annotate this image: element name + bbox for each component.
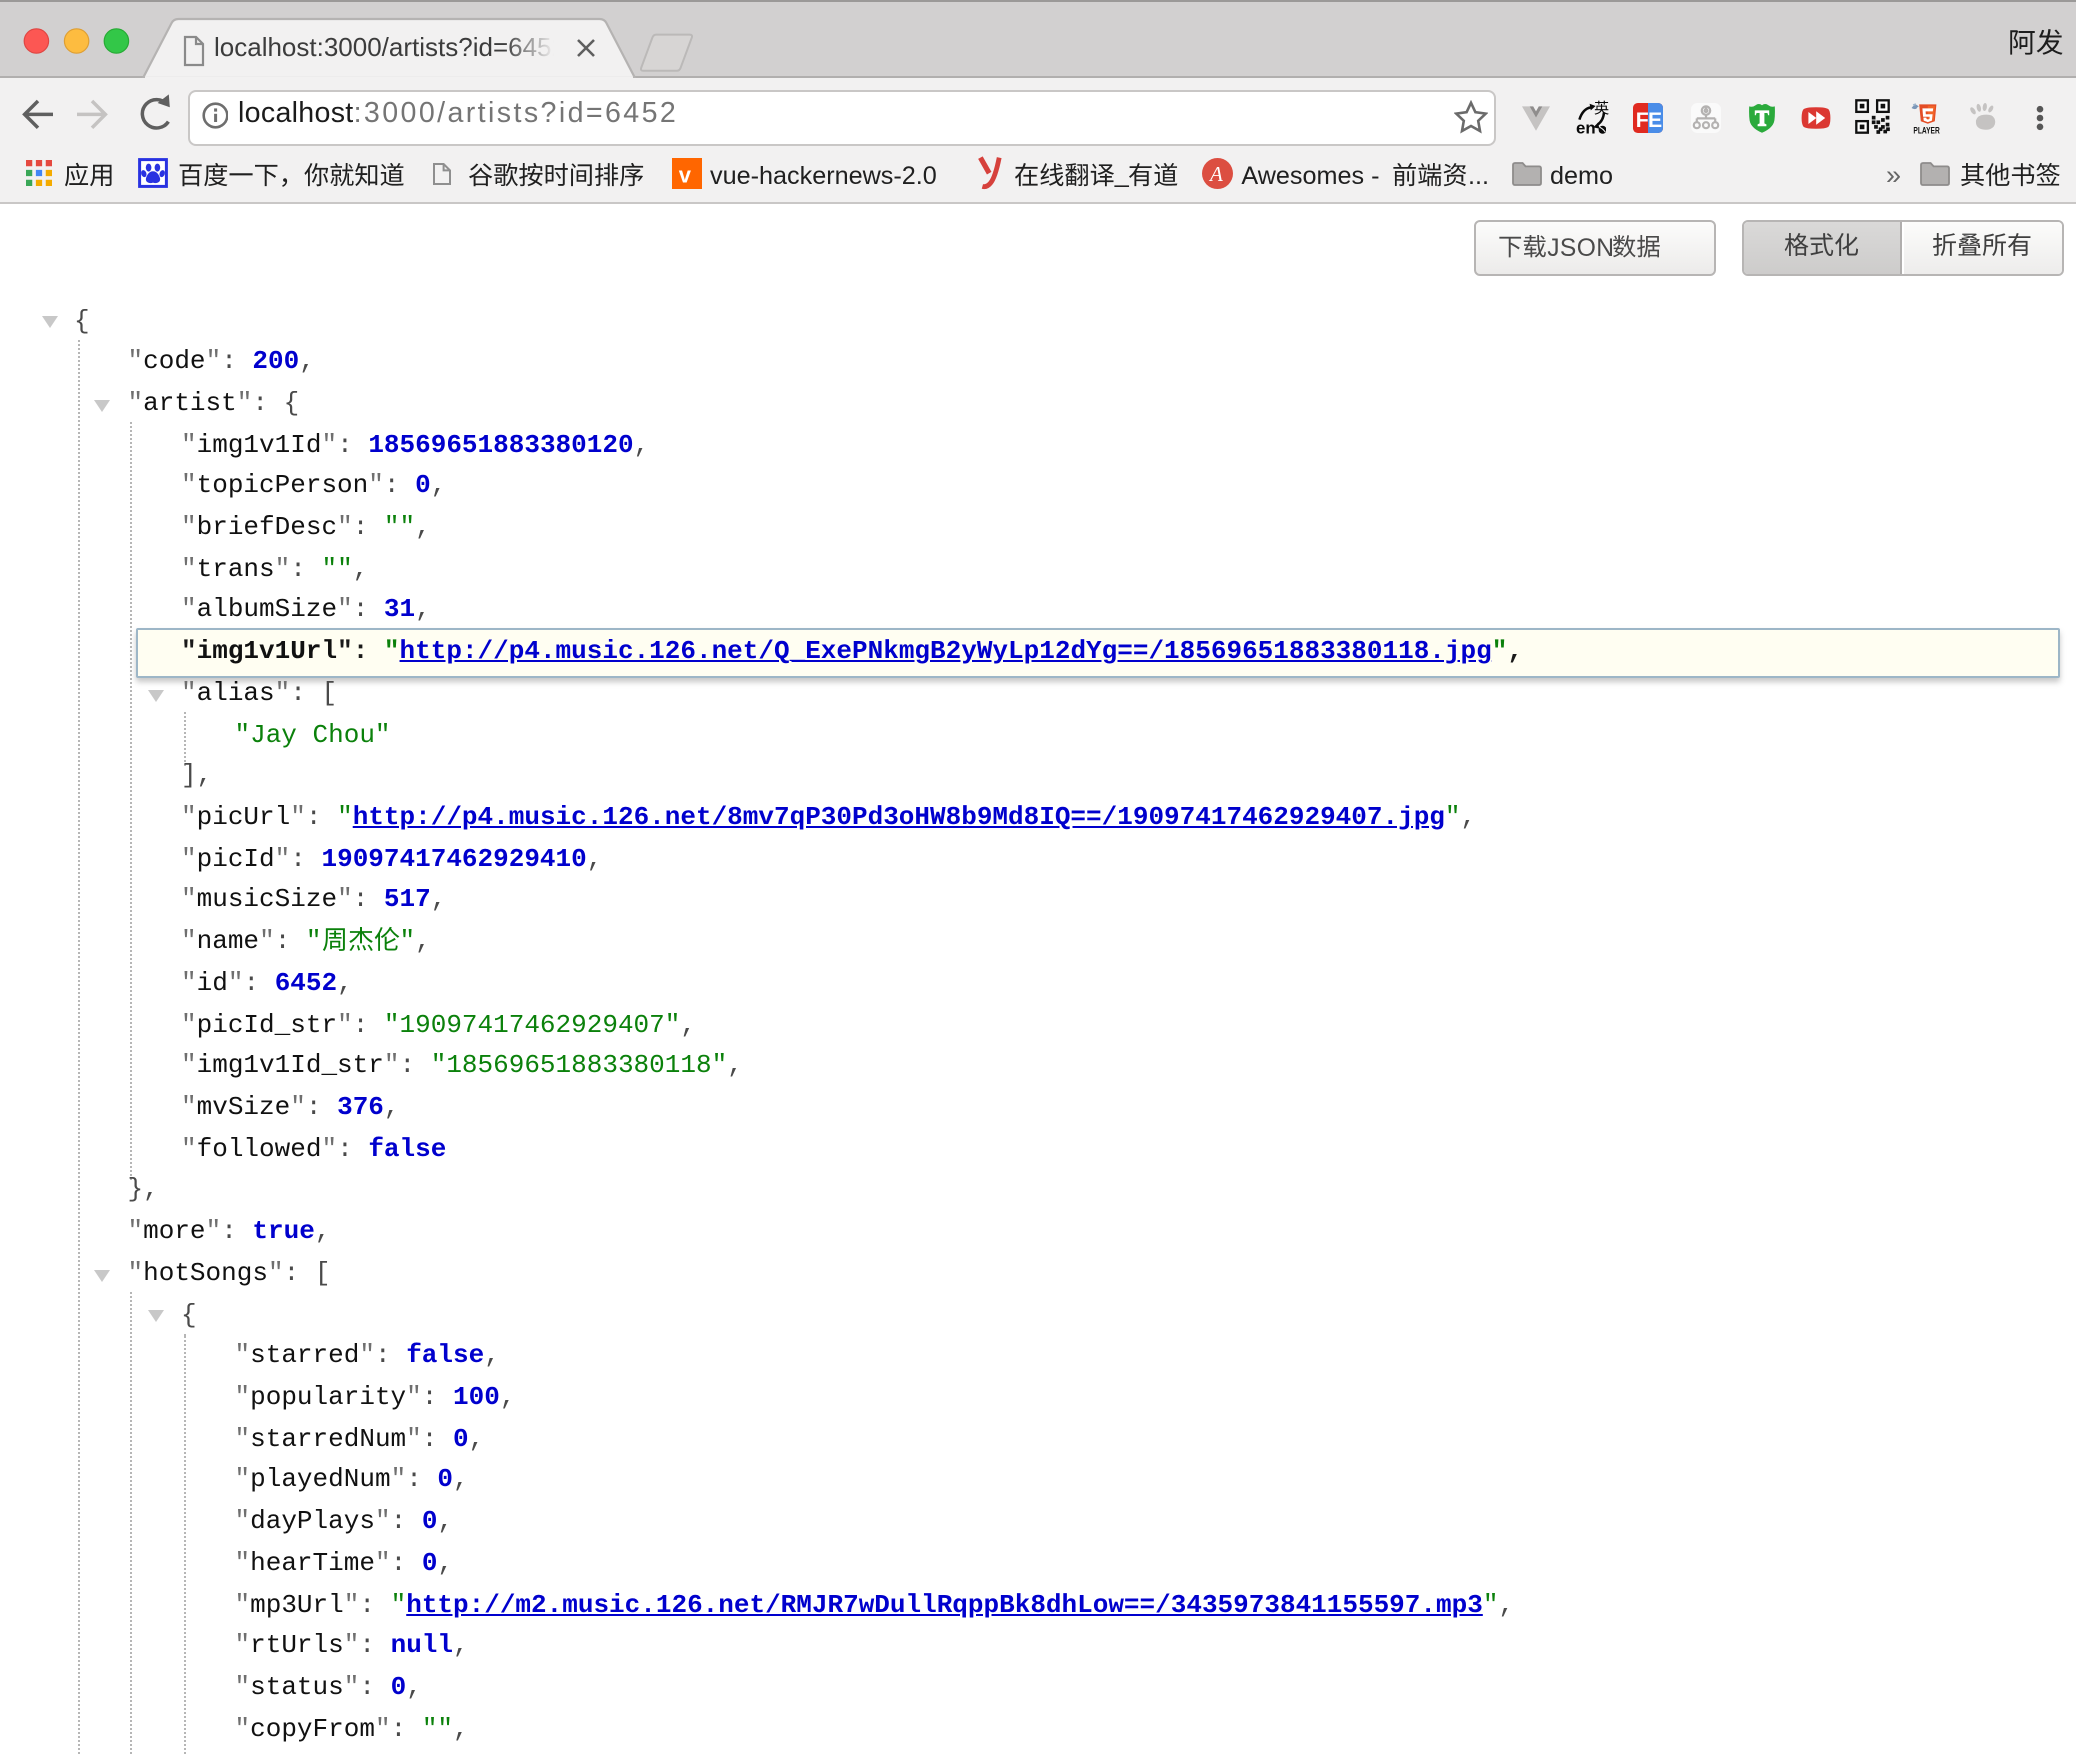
svg-text:en: en — [1576, 117, 1596, 133]
svg-text:PLAYER: PLAYER — [1913, 123, 1940, 133]
svg-text:E: E — [1648, 108, 1662, 131]
svg-text:v: v — [678, 162, 691, 187]
svg-text:A: A — [1208, 162, 1223, 186]
svg-text:F: F — [1636, 108, 1649, 131]
